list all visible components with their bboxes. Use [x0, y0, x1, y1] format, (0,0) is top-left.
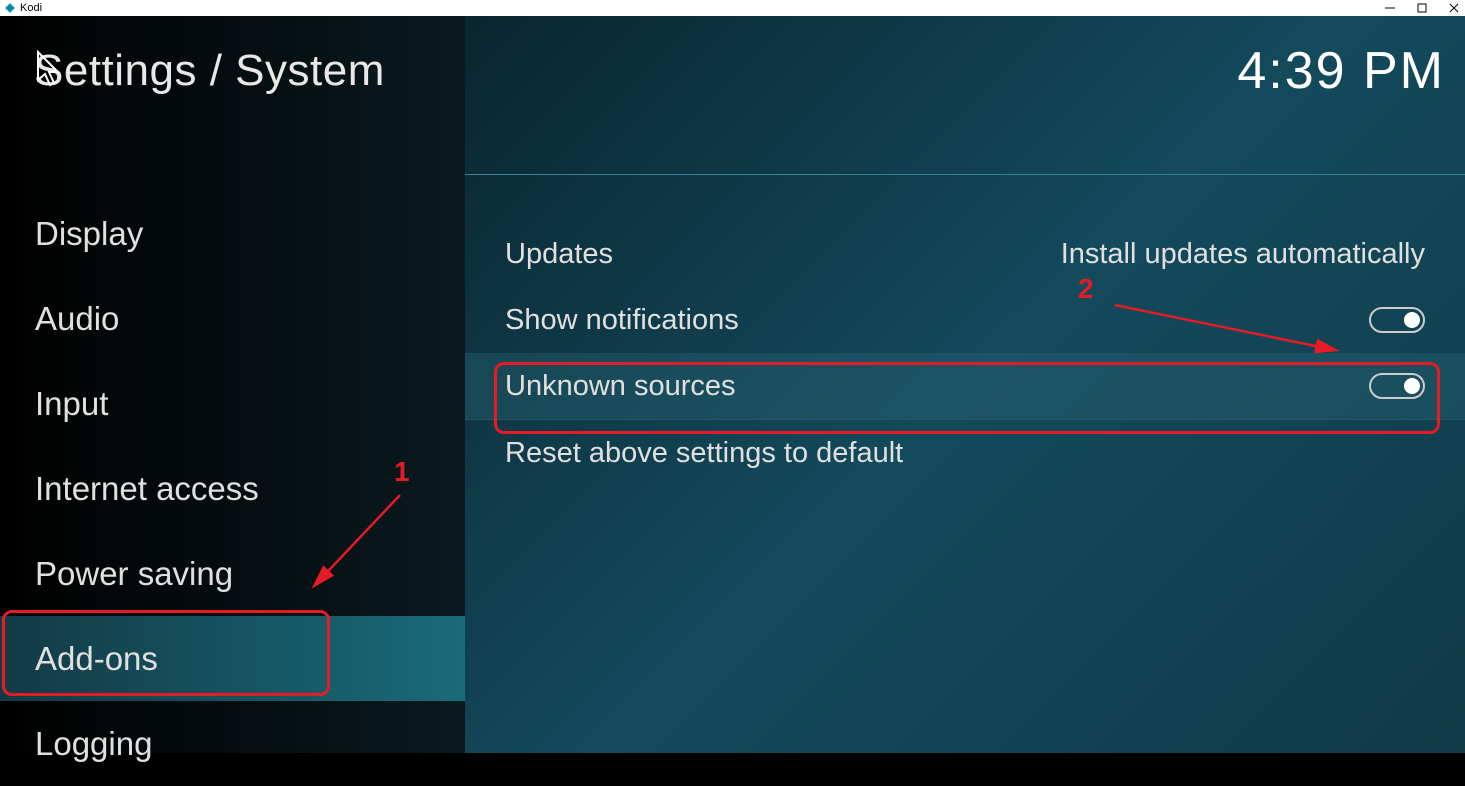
sidebar-item-label: Logging — [35, 725, 152, 763]
close-button[interactable] — [1447, 1, 1461, 15]
maximize-button[interactable] — [1415, 1, 1429, 15]
setting-reset-defaults[interactable]: Reset above settings to default — [465, 420, 1465, 486]
sidebar-item-display[interactable]: Display — [0, 191, 465, 276]
show-notifications-toggle[interactable] — [1369, 307, 1425, 333]
app-name: Kodi — [20, 2, 42, 14]
setting-unknown-sources[interactable]: Unknown sources — [465, 353, 1465, 419]
setting-label: Reset above settings to default — [505, 437, 903, 470]
page-title: Settings / System — [34, 46, 385, 96]
sidebar-item-label: Add-ons — [35, 640, 158, 678]
setting-updates[interactable]: Updates Install updates automatically — [465, 221, 1465, 287]
sidebar-item-label: Power saving — [35, 555, 233, 593]
window-titlebar: Kodi — [0, 0, 1465, 16]
sidebar-item-add-ons[interactable]: Add-ons — [0, 616, 465, 701]
clock: 4:39 PM — [1237, 41, 1445, 101]
settings-sidebar: Settings / System Display Audio Input In… — [0, 16, 465, 753]
sidebar-item-audio[interactable]: Audio — [0, 276, 465, 361]
sidebar-item-logging[interactable]: Logging — [0, 701, 465, 786]
sidebar-item-power-saving[interactable]: Power saving — [0, 531, 465, 616]
settings-main-panel: 4:39 PM Updates Install updates automati… — [465, 16, 1465, 753]
minimize-button[interactable] — [1383, 1, 1397, 15]
sidebar-item-label: Display — [35, 215, 143, 253]
setting-label: Unknown sources — [505, 370, 736, 403]
unknown-sources-toggle[interactable] — [1369, 373, 1425, 399]
sidebar-item-label: Input — [35, 385, 108, 423]
sidebar-item-input[interactable]: Input — [0, 361, 465, 446]
setting-label: Show notifications — [505, 304, 739, 337]
sidebar-item-internet-access[interactable]: Internet access — [0, 446, 465, 531]
sidebar-item-label: Internet access — [35, 470, 259, 508]
setting-value: Install updates automatically — [1061, 238, 1425, 271]
sidebar-item-label: Audio — [35, 300, 119, 338]
setting-label: Updates — [505, 238, 613, 271]
setting-show-notifications[interactable]: Show notifications — [465, 287, 1465, 353]
kodi-app-icon — [4, 2, 16, 14]
